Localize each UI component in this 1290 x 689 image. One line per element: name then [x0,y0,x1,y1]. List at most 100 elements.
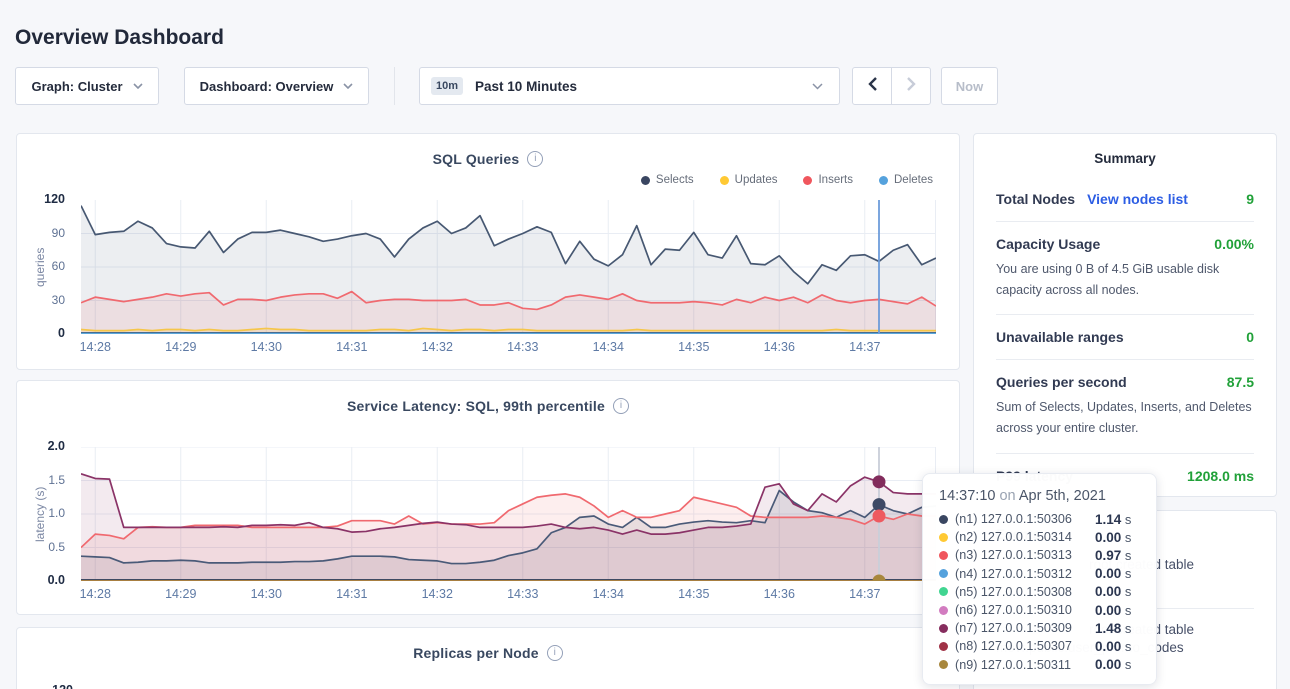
x-tick-label: 14:30 [236,340,296,354]
y-tick-label: 0 [58,326,65,342]
tooltip-node-value: 0.00 s [1095,584,1131,599]
chevron-down-icon [133,83,143,89]
chart-title: Replicas per Node [413,645,539,661]
tooltip-row: (n7) 127.0.0.1:503091.48 s [939,619,1140,637]
legend-label: Selects [656,174,694,186]
tooltip-node-label: (n9) 127.0.0.1:50311 [955,658,1095,672]
chart-hover-tooltip: 14:37:10 on Apr 5th, 2021 (n1) 127.0.0.1… [922,473,1157,685]
tooltip-row: (n5) 127.0.0.1:503080.00 s [939,583,1140,601]
now-button[interactable]: Now [941,67,998,105]
summary-row-unavailable-ranges: Unavailable ranges 0 [974,329,1276,345]
summary-row-queries-per-second: Queries per second 87.5 [974,374,1276,390]
legend-item-updates[interactable]: Updates [720,174,778,186]
legend-label: Inserts [818,174,853,186]
y-tick-label: 120 [47,683,73,689]
dashboard-dropdown-label: Dashboard: Overview [200,79,334,94]
summary-row-total-nodes: Total Nodes View nodes list 9 [974,191,1276,207]
time-step-buttons [852,67,931,105]
y-tick-label: 2.0 [48,439,65,455]
tooltip-node-value: 1.14 s [1095,512,1131,527]
x-tick-label: 14:30 [236,587,296,601]
series-color-dot-icon [939,515,948,524]
summary-description: Sum of Selects, Updates, Inserts, and De… [974,397,1276,438]
time-range-badge: 10m [431,77,463,95]
y-axis-labels: 0.00.51.01.52.0 [17,447,73,581]
dashboard-dropdown[interactable]: Dashboard: Overview [184,67,369,105]
legend-dot-icon [641,176,650,185]
y-tick-label: 0.0 [48,573,65,589]
graph-dropdown-label: Graph: Cluster [31,79,122,94]
y-tick-label: 90 [52,226,65,242]
replicas-per-node-chart-card: Replicas per Node i 120 [16,627,960,689]
next-time-button[interactable] [892,68,930,104]
y-tick-label: 60 [52,259,65,275]
x-tick-label: 14:37 [835,587,895,601]
legend-item-deletes[interactable]: Deletes [879,174,933,186]
x-tick-label: 14:29 [151,340,211,354]
y-tick-label: 1.5 [48,473,65,489]
time-range-dropdown[interactable]: 10m Past 10 Minutes [419,67,840,105]
tooltip-node-label: (n2) 127.0.0.1:50314 [955,530,1095,544]
x-tick-label: 14:29 [151,587,211,601]
x-tick-label: 14:28 [65,340,125,354]
summary-value: 0.00% [1214,236,1254,252]
x-tick-label: 14:33 [493,340,553,354]
summary-value: 9 [1246,191,1254,207]
chevron-down-icon [812,83,823,90]
info-icon[interactable]: i [547,645,563,661]
chevron-left-icon [868,77,877,96]
series-color-dot-icon [939,569,948,578]
c1-chart-canvas[interactable] [81,200,936,334]
y-tick-label: 1.0 [48,506,65,522]
x-tick-label: 14:31 [322,340,382,354]
now-button-label: Now [956,79,983,94]
x-tick-label: 14:34 [578,587,638,601]
chart-title: Service Latency: SQL, 99th percentile [347,398,605,414]
prev-time-button[interactable] [853,68,892,104]
tooltip-row: (n4) 127.0.0.1:503120.00 s [939,565,1140,583]
sql-queries-chart-card: SQL Queries i Selects Updates Inserts Delet… [16,133,960,370]
x-tick-label: 14:31 [322,587,382,601]
x-tick-label: 14:32 [407,587,467,601]
tooltip-node-value: 0.00 s [1095,566,1131,581]
graph-dropdown[interactable]: Graph: Cluster [15,67,159,105]
tooltip-node-value: 1.48 s [1095,621,1131,636]
summary-value: 1208.0 ms [1187,468,1254,484]
legend-item-selects[interactable]: Selects [641,174,694,186]
x-tick-label: 14:35 [664,587,724,601]
tooltip-node-label: (n3) 127.0.0.1:50313 [955,548,1095,562]
summary-label: Queries per second [996,374,1127,390]
chart-legend: Selects Updates Inserts Deletes [641,174,933,186]
legend-dot-icon [803,176,812,185]
legend-label: Deletes [894,174,933,186]
x-tick-label: 14:34 [578,340,638,354]
summary-title: Summary [974,134,1276,166]
tooltip-row: (n8) 127.0.0.1:503070.00 s [939,637,1140,655]
chart-title: SQL Queries [433,151,520,167]
x-tick-label: 14:28 [65,587,125,601]
info-icon[interactable]: i [527,151,543,167]
summary-label: Total Nodes [996,191,1075,207]
y-tick-label: 120 [44,192,65,208]
summary-value: 0 [1246,329,1254,345]
service-latency-plot[interactable] [81,447,936,581]
tooltip-node-label: (n8) 127.0.0.1:50307 [955,639,1095,653]
legend-item-inserts[interactable]: Inserts [803,174,853,186]
legend-label: Updates [735,174,778,186]
series-color-dot-icon [939,660,948,669]
view-nodes-list-link[interactable]: View nodes list [1087,191,1188,207]
y-axis-labels: 0306090120 [17,200,73,334]
tooltip-row: (n6) 127.0.0.1:503100.00 s [939,601,1140,619]
tooltip-row: (n2) 127.0.0.1:503140.00 s [939,528,1140,546]
info-icon[interactable]: i [613,398,629,414]
tooltip-node-label: (n5) 127.0.0.1:50308 [955,585,1095,599]
sql-queries-plot[interactable] [81,200,936,334]
summary-panel: Summary Total Nodes View nodes list 9 Ca… [973,133,1277,497]
c2-chart-canvas[interactable] [81,447,936,581]
series-color-dot-icon [939,551,948,560]
series-color-dot-icon [939,624,948,633]
x-axis-labels: 14:2814:2914:3014:3114:3214:3314:3414:35… [81,340,936,356]
tooltip-node-value: 0.00 s [1095,530,1131,545]
chevron-down-icon [343,83,353,89]
service-latency-chart-card: Service Latency: SQL, 99th percentile i … [16,380,960,615]
